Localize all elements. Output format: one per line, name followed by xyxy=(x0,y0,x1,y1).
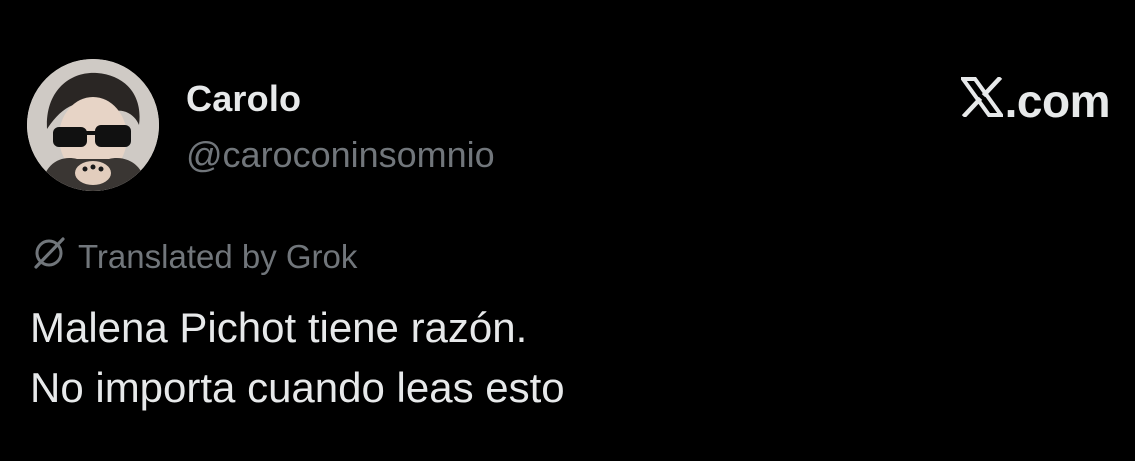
translation-label: Translated by Grok xyxy=(78,238,358,275)
x-logo-icon xyxy=(958,74,1005,128)
x-com-brand: .com xyxy=(958,74,1111,128)
profile-photo-icon xyxy=(27,59,159,191)
tweet-text: Malena Pichot tiene razón. No importa cu… xyxy=(30,298,565,418)
display-name[interactable]: Carolo xyxy=(186,78,301,120)
user-handle[interactable]: @caroconinsomnio xyxy=(186,134,495,176)
site-label: .com xyxy=(1004,75,1111,127)
translation-notice[interactable]: Translated by Grok xyxy=(30,234,357,280)
tweet-line: No importa cuando leas esto xyxy=(30,364,565,411)
grok-icon xyxy=(30,234,68,280)
tweet-line: Malena Pichot tiene razón. xyxy=(30,304,528,351)
avatar[interactable] xyxy=(27,59,159,191)
tweet-card: Carolo @caroconinsomnio .com Translated … xyxy=(0,0,1135,461)
